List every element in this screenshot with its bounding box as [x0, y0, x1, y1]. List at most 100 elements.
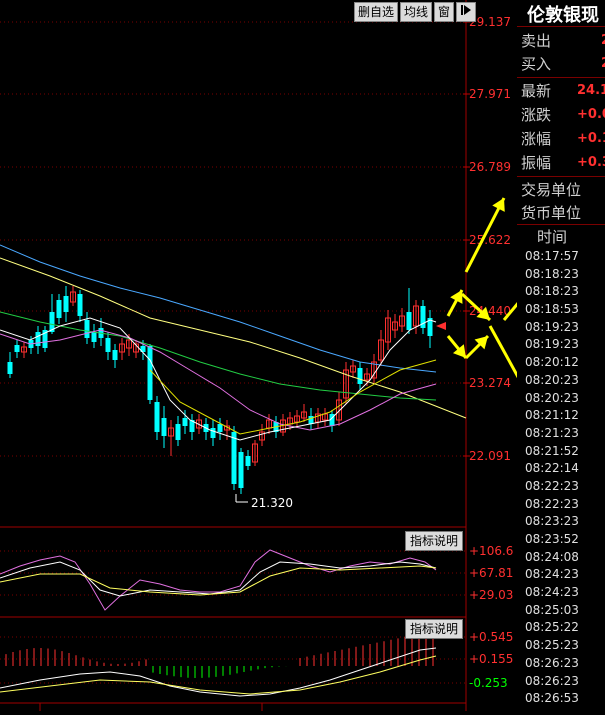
price-axis-label: 27.971 — [469, 87, 511, 101]
candle-body — [231, 432, 237, 484]
indicator2-axis-label: -0.253 — [469, 676, 508, 690]
indicator2-help-button[interactable]: 指标说明 — [405, 619, 463, 639]
candle-body — [7, 362, 13, 374]
candle-body — [210, 428, 216, 438]
change-value: +0.0 — [577, 107, 605, 122]
candle-body — [154, 402, 160, 432]
ma-line-white — [0, 317, 437, 441]
panel-divider — [517, 176, 605, 177]
tick-time: 08:25:03 — [525, 602, 579, 617]
price-axis-label: 23.274 — [469, 376, 511, 390]
tick-time: 08:18:53 — [525, 302, 579, 317]
tick-time: 08:17:57 — [525, 249, 579, 263]
tick-time: 08:26:23 — [525, 673, 579, 688]
candle-body — [182, 418, 188, 426]
candle-body — [175, 424, 181, 440]
instrument-title: 伦敦银现 — [527, 5, 599, 26]
amplitude-value: +0.3 — [577, 155, 605, 170]
candle-body — [91, 332, 97, 342]
chart-window: 29.137 27.971 26.789 25.622 24.440 23.274 22.0… — [0, 0, 605, 711]
tick-time: 08:26:53 — [525, 691, 579, 706]
panel-divider — [517, 26, 605, 27]
toolbar: 删自选 均线 窗 — [354, 2, 477, 22]
tick-time: 08:20:23 — [525, 372, 579, 387]
macd-dea-line — [0, 655, 437, 695]
candles — [7, 286, 433, 494]
tick-time: 08:19:23 — [525, 319, 579, 334]
currency-unit-label: 货币单位 — [521, 204, 582, 222]
change-label: 涨跌 — [521, 106, 552, 124]
indicator1-axis-label: +106.6 — [469, 544, 513, 558]
price-axis-label: 26.789 — [469, 160, 511, 174]
candle-body — [238, 452, 244, 488]
indicator2-axis-label: +0.155 — [469, 652, 513, 666]
candle-body — [161, 418, 167, 436]
tick-time: 08:24:23 — [525, 567, 579, 582]
candle-body — [245, 456, 251, 466]
sell-label: 卖出 — [521, 32, 552, 50]
tick-time: 08:20:12 — [525, 355, 579, 370]
tick-time-list[interactable]: 08:17:57 08:18:23 08:18:23 08:18:53 08:19:23… — [525, 248, 579, 708]
tick-time: 08:21:52 — [525, 443, 579, 458]
delete-favorite-button[interactable]: 删自选 — [354, 2, 399, 22]
amplitude-label: 振幅 — [521, 154, 552, 172]
tick-time: 08:22:23 — [525, 478, 579, 493]
candle-body — [308, 416, 314, 424]
tick-time: 08:22:14 — [525, 461, 579, 476]
tick-time: 08:23:52 — [525, 532, 579, 546]
candle-body — [84, 320, 90, 338]
latest-label: 最新 — [521, 82, 552, 100]
candle-body — [35, 332, 41, 346]
candle-body — [217, 424, 223, 432]
candle-body — [105, 338, 111, 352]
indicator1-axis-label: +29.03 — [469, 588, 513, 602]
macd-bars — [5, 631, 434, 678]
panel-divider — [517, 224, 605, 225]
indicator2-axis-label: +0.545 — [469, 630, 513, 644]
tick-time: 08:24:23 — [525, 585, 579, 600]
change-pct-label: 涨幅 — [521, 130, 552, 148]
buy-label: 买入 — [521, 55, 552, 73]
tick-time: 08:18:23 — [525, 284, 579, 299]
kdj-line-d — [0, 565, 437, 596]
window-button[interactable]: 窗 — [434, 2, 455, 22]
tick-time: 08:21:12 — [525, 408, 579, 423]
kline-chart[interactable]: 29.13727.97126.78925.62224.44023.27422.0… — [0, 0, 558, 711]
candle-body — [77, 294, 83, 316]
play-arrow-icon[interactable] — [456, 2, 477, 22]
tick-time: 08:22:23 — [525, 496, 579, 511]
candle-body — [112, 350, 118, 360]
trade-unit-label: 交易单位 — [521, 181, 582, 199]
tick-time: 08:25:23 — [525, 638, 579, 653]
current-price-pointer — [436, 322, 446, 330]
kdj-line-k — [0, 561, 437, 597]
price-axis-label: 22.091 — [469, 449, 511, 463]
latest-value: 24.1 — [577, 83, 605, 98]
macd-dif-line — [0, 647, 437, 697]
time-header: 时间 — [537, 228, 568, 246]
candle-body — [14, 345, 20, 352]
tick-time: 08:25:22 — [525, 620, 579, 635]
tick-time: 08:18:23 — [525, 266, 579, 281]
price-axis-label: 25.622 — [469, 233, 511, 247]
indicator1-axis-label: +67.81 — [469, 566, 513, 580]
panel-divider — [517, 77, 605, 78]
candle-body — [56, 300, 62, 318]
tick-time: 08:20:23 — [525, 390, 579, 405]
candle-body — [357, 368, 363, 384]
candle-body — [147, 346, 153, 400]
low-price-label: 21.320 — [251, 496, 293, 510]
tick-time: 08:24:08 — [525, 549, 579, 564]
tick-time: 08:26:23 — [525, 655, 579, 670]
indicator1-help-button[interactable]: 指标说明 — [405, 531, 463, 551]
sell-value: 2 — [601, 33, 605, 48]
tick-time: 08:21:23 — [525, 425, 579, 440]
buy-value: 2 — [601, 56, 605, 71]
candle-body — [406, 312, 412, 330]
candle-body — [63, 296, 69, 312]
tick-time: 08:23:23 — [525, 514, 579, 529]
change-pct-value: +0.1 — [577, 131, 605, 146]
kdj-line-j — [0, 549, 437, 611]
moving-average-button[interactable]: 均线 — [400, 2, 433, 22]
quote-panel: 伦敦银现 卖出 2 买入 2 最新 24.1 涨跌 +0.0 涨幅 +0.1 振… — [517, 0, 605, 711]
